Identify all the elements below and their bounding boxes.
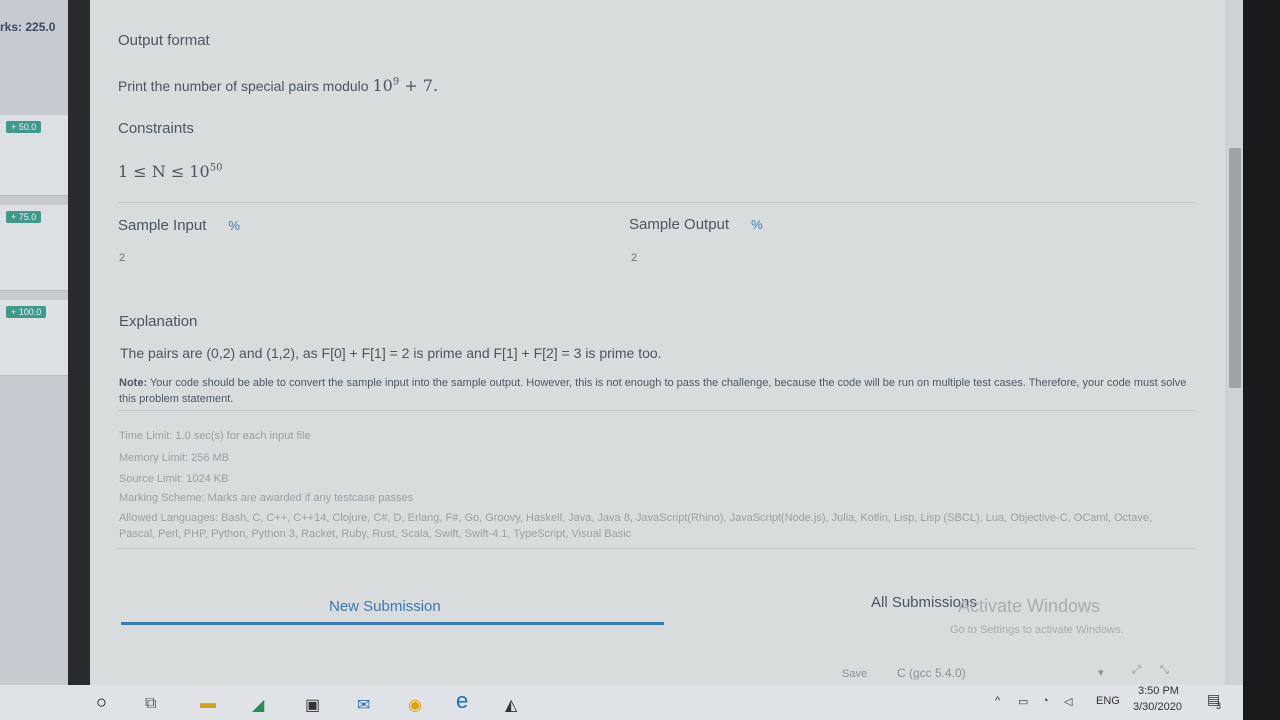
scrollbar-thumb[interactable] (1229, 148, 1241, 388)
note-text: Note: Your code should be able to conver… (119, 375, 1189, 407)
source-limit: Source Limit: 1024 KB (119, 473, 229, 485)
output-format-heading: Output format (118, 32, 210, 49)
output-format-text: Print the number of special pairs modulo… (118, 76, 438, 95)
notification-count: 3 (1216, 701, 1222, 711)
sample-output-label-text: Sample Output (629, 216, 730, 233)
expr-exp: 9 (392, 76, 400, 88)
memory-limit: Memory Limit: 256 MB (119, 452, 230, 464)
mark-badge: + 75.0 (6, 211, 42, 223)
modulo-expression: 109 + 7. (372, 76, 438, 95)
time-limit: Time Limit: 1.0 sec(s) for each input fi… (119, 430, 311, 442)
mark-badge: + 100.0 (6, 306, 47, 318)
note-label: Note: (119, 377, 148, 389)
taskbar: ○ ⧉ ▬ ◢ ▣ ✉ ◉ e ◭ ^ ▭ ◔ ◁ ENG 3:50 PM 3/… (0, 685, 1243, 720)
active-tab-indicator (121, 622, 664, 625)
photos-icon[interactable]: ◭ (505, 695, 517, 715)
marks-sidebar: rks: 225.0 + 50.0 + 75.0 + 100.0 (0, 0, 68, 685)
mail-icon[interactable]: ✉ (357, 695, 370, 715)
sample-output-value: 2 (631, 252, 638, 264)
expand-icon[interactable]: ⤢ (1132, 664, 1141, 677)
marking-scheme: Marking Scheme: Marks are awarded if any… (119, 492, 414, 504)
mark-block-1[interactable]: + 50.0 (0, 115, 68, 196)
expr-base: 10 (372, 76, 393, 95)
mark-block-3[interactable]: + 100.0 (0, 300, 68, 376)
allowed-languages: Allowed Languages: Bash, C, C++, C++14, … (119, 512, 1153, 540)
explanation-heading: Explanation (119, 313, 198, 330)
explanation-text: The pairs are (0,2) and (1,2), as F[0] +… (120, 345, 662, 361)
chevron-down-icon[interactable]: ▾ (1098, 666, 1104, 679)
sample-input-value: 2 (119, 252, 126, 264)
wifi-icon[interactable]: ◔ (1042, 695, 1049, 707)
fullscreen-icon[interactable]: ⤡ (1160, 664, 1169, 677)
output-format-sentence: Print the number of special pairs modulo (118, 78, 369, 94)
store-icon[interactable]: ▣ (305, 695, 320, 715)
divider (118, 548, 1196, 549)
link-icon[interactable]: % (228, 218, 240, 233)
clock-time[interactable]: 3:50 PM (1138, 685, 1179, 697)
activate-windows-subtitle: Go to Settings to activate Windows. (950, 624, 1124, 636)
mark-block-2[interactable]: + 75.0 (0, 205, 68, 291)
sample-input-label-text: Sample Input (118, 217, 207, 234)
language-indicator[interactable]: ENG (1096, 695, 1120, 707)
constraints-heading: Constraints (118, 120, 194, 137)
expr-tail: + 7. (404, 76, 439, 95)
tray-chevron-icon[interactable]: ^ (995, 695, 1000, 707)
edge-icon[interactable]: e (456, 688, 468, 714)
chrome-icon[interactable]: ◉ (408, 695, 422, 715)
screen-bezel (1243, 0, 1280, 720)
language-select[interactable]: C (gcc 5.4.0) (897, 666, 966, 680)
cortana-icon[interactable]: ○ (96, 692, 107, 713)
mark-badge: + 50.0 (6, 121, 42, 133)
constraints-expression: 1 ≤ N ≤ 1050 (118, 162, 222, 181)
volume-icon[interactable]: ◁ (1064, 695, 1072, 708)
marks-total: rks: 225.0 (0, 20, 56, 34)
tab-new-submission[interactable]: New Submission (329, 598, 441, 615)
problem-content (90, 0, 1225, 685)
constraints-lhs: 1 ≤ N ≤ 10 (118, 162, 210, 181)
divider (118, 410, 1196, 411)
battery-icon[interactable]: ▭ (1018, 695, 1028, 708)
save-button[interactable]: Save (842, 668, 867, 680)
app-icon[interactable]: ◢ (252, 695, 264, 715)
clock-date[interactable]: 3/30/2020 (1133, 701, 1182, 713)
divider (118, 202, 1196, 203)
note-body: Your code should be able to convert the … (119, 377, 1187, 405)
activate-windows-title: Activate Windows (958, 596, 1101, 616)
sample-input-label: Sample Input% (118, 217, 240, 234)
link-icon[interactable]: % (751, 217, 763, 232)
sample-output-label: Sample Output% (629, 216, 763, 233)
file-explorer-icon[interactable]: ▬ (200, 695, 216, 713)
constraints-exp: 50 (209, 162, 223, 174)
task-view-icon[interactable]: ⧉ (145, 695, 156, 713)
